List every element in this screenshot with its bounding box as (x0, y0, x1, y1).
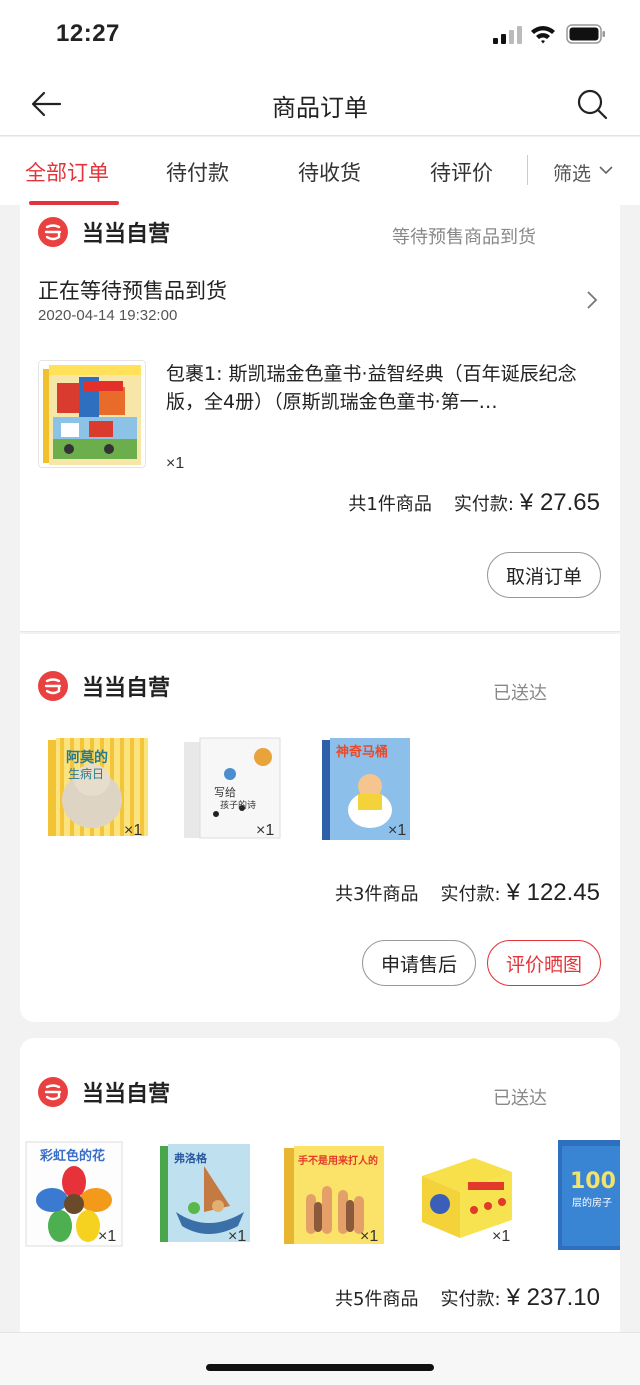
paid-amount: ¥ 237.10 (506, 1284, 600, 1311)
shop-name: 当当自营 (82, 1082, 171, 1107)
order-card: 当当自营 已送达 阿莫的 生病日 ×1 写给 孩子的诗 ×1 神奇马桶 ×1 共… (20, 634, 620, 1022)
order-status: 已送达 (493, 1088, 547, 1109)
svg-text:层的房子: 层的房子 (572, 1196, 612, 1209)
item-quantity: ×1 (492, 1228, 511, 1245)
svg-text:彩虹色的花: 彩虹色的花 (39, 1148, 105, 1164)
after-sale-button[interactable]: 申请售后 (362, 940, 476, 986)
svg-text:弗洛格: 弗洛格 (174, 1151, 208, 1165)
chevron-down-icon[interactable] (598, 164, 614, 176)
tab-pending-receipt[interactable]: 待收货 (298, 157, 361, 187)
item-quantity: ×1 (98, 1228, 117, 1245)
chevron-right-icon[interactable] (584, 289, 600, 311)
svg-text:孩子的诗: 孩子的诗 (220, 799, 256, 811)
item-quantity: ×1 (360, 1228, 379, 1245)
order-status: 等待预售商品到货 (392, 227, 536, 248)
cancel-order-button[interactable]: 取消订单 (487, 552, 601, 598)
dangdang-logo-icon (38, 1077, 68, 1107)
svg-text:写给: 写给 (214, 786, 236, 799)
shop-name: 当当自营 (82, 676, 171, 701)
divider (20, 631, 620, 632)
order-tabs: 全部订单 待付款 待收货 待评价 筛选 (0, 137, 640, 205)
item-quantity: ×1 (166, 455, 185, 472)
status-time: 12:27 (56, 20, 120, 47)
svg-text:阿莫的: 阿莫的 (66, 749, 108, 766)
status-bar: 12:27 (0, 0, 640, 70)
order-summary: 共3件商品 实付款: ¥ 122.45 (335, 879, 600, 907)
bottom-safe-area (0, 1332, 640, 1385)
paid-amount: ¥ 122.45 (506, 879, 600, 906)
dangdang-logo-icon (38, 671, 68, 701)
product-name[interactable]: 包裹1: 斯凯瑞金色童书·益智经典（百年诞辰纪念版，全4册）（原斯凯瑞金色童书·… (166, 360, 602, 416)
tab-divider (527, 155, 528, 185)
svg-text:生病日: 生病日 (68, 766, 104, 781)
order-card: 当当自营 等待预售商品到货 正在等待预售品到货 2020-04-14 19:32… (20, 205, 620, 632)
paid-label: 实付款: (440, 884, 501, 905)
order-summary: 共1件商品 实付款: ¥ 27.65 (348, 489, 600, 517)
battery-icon (566, 24, 605, 44)
navigation-bar: 商品订单 (0, 70, 640, 136)
item-count: 共1件商品 (348, 494, 432, 515)
product-image[interactable]: 100 层的房子 (558, 1140, 620, 1250)
order-status: 已送达 (493, 683, 547, 704)
item-quantity: ×1 (124, 822, 143, 839)
paid-label: 实付款: (453, 494, 514, 515)
svg-text:神奇马桶: 神奇马桶 (336, 744, 388, 760)
tab-all-orders[interactable]: 全部订单 (25, 157, 109, 187)
order-summary: 共5件商品 实付款: ¥ 237.10 (335, 1284, 600, 1312)
wifi-icon (531, 26, 555, 44)
item-quantity: ×1 (388, 822, 407, 839)
shop-name: 当当自营 (82, 222, 171, 247)
item-quantity: ×1 (256, 822, 275, 839)
product-image[interactable] (38, 360, 146, 468)
review-button[interactable]: 评价晒图 (487, 940, 601, 986)
signal-icon (493, 26, 522, 44)
dangdang-logo-icon (38, 217, 68, 247)
search-icon[interactable] (574, 86, 610, 122)
order-card: 当当自营 已送达 彩虹色的花 ×1 弗洛格 ×1 手不是用来打人的 ×1 ×1 … (20, 1038, 620, 1338)
paid-amount: ¥ 27.65 (519, 489, 600, 516)
shop-header[interactable]: 当当自营 (38, 1076, 170, 1108)
tab-pending-payment[interactable]: 待付款 (166, 157, 229, 187)
filter-button[interactable]: 筛选 (553, 159, 591, 186)
tab-pending-review[interactable]: 待评价 (430, 157, 493, 187)
item-quantity: ×1 (228, 1228, 247, 1245)
paid-label: 实付款: (440, 1289, 501, 1310)
presale-timestamp: 2020-04-14 19:32:00 (38, 307, 178, 324)
page-title: 商品订单 (272, 94, 368, 122)
item-count: 共5件商品 (335, 1289, 419, 1310)
shop-header[interactable]: 当当自营 (38, 216, 170, 248)
home-indicator[interactable] (206, 1364, 434, 1371)
svg-text:100: 100 (570, 1169, 616, 1194)
presale-status-title[interactable]: 正在等待预售品到货 (38, 275, 227, 305)
item-count: 共3件商品 (335, 884, 419, 905)
shop-header[interactable]: 当当自营 (38, 670, 170, 702)
svg-text:手不是用来打人的: 手不是用来打人的 (298, 1154, 378, 1167)
